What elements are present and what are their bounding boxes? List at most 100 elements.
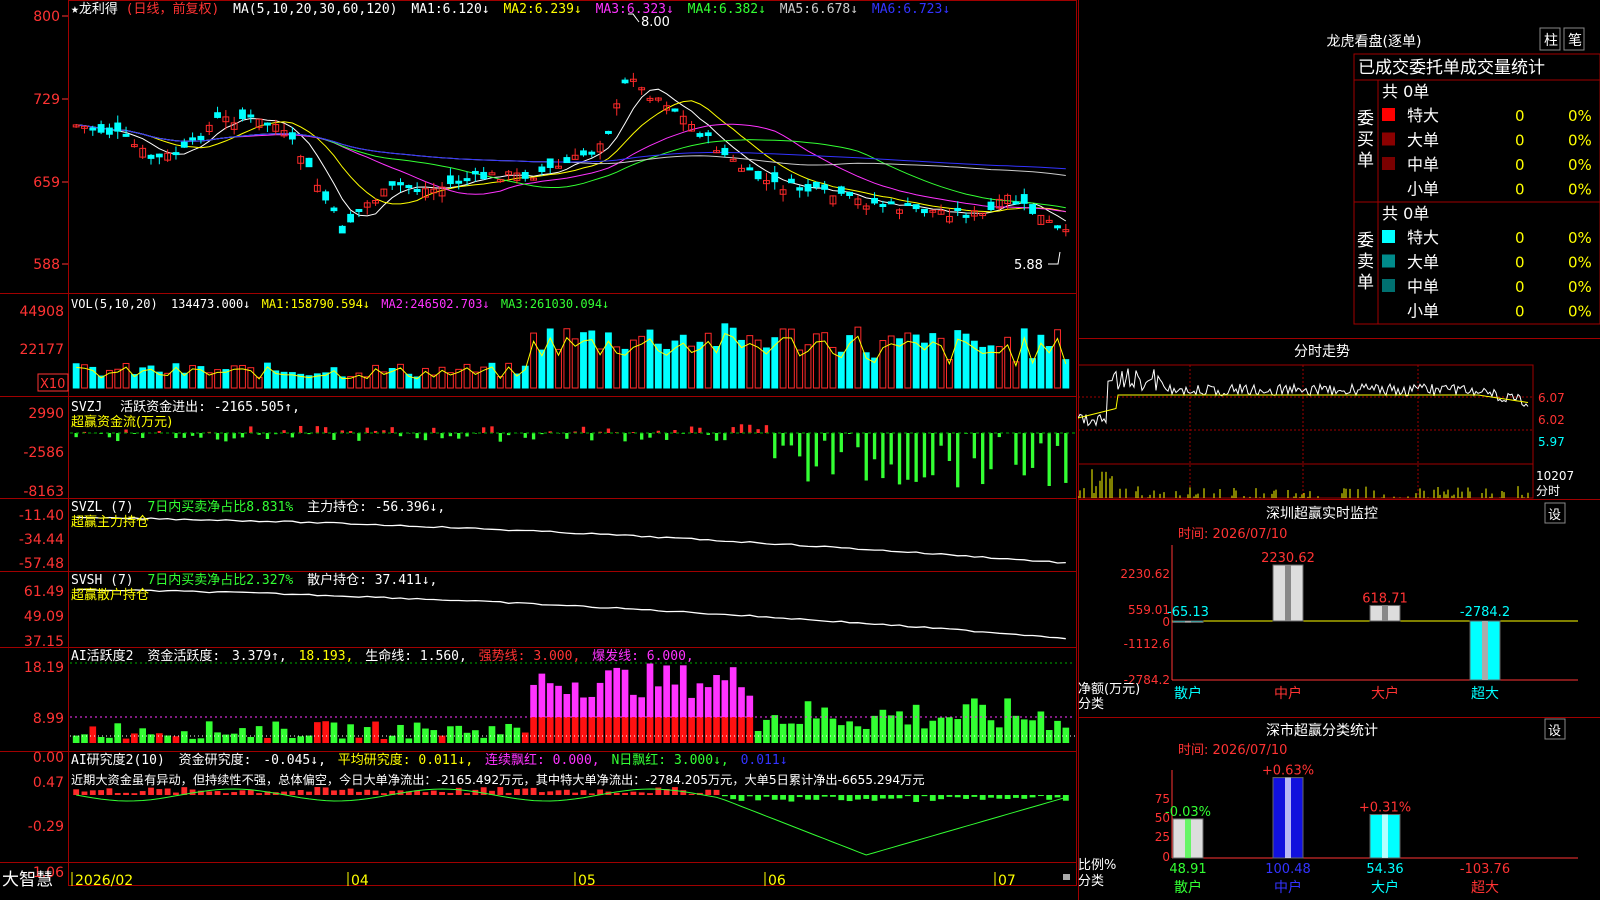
svzj-bar [498, 433, 502, 442]
active-bar [472, 730, 479, 743]
active-bar [122, 738, 130, 743]
sz-x-label: 分类 [1078, 697, 1104, 712]
active-bar [305, 735, 313, 743]
svzj-bar [931, 433, 935, 476]
candle-body [1054, 225, 1061, 229]
research-bar [563, 789, 570, 795]
order-count: 0 [1515, 229, 1525, 247]
ma-prefix: MA(5,10,20,30,60,120) [233, 2, 397, 17]
candle-body [388, 181, 396, 186]
svzj-bar [1022, 433, 1026, 476]
y-tick: 61.49 [24, 584, 64, 600]
candle-body [180, 141, 188, 148]
candle-body [463, 178, 471, 182]
dragon-title: 龙虎看盘(逐单) [1327, 33, 1422, 50]
active-bar [796, 723, 804, 743]
research-bar [139, 791, 146, 795]
active-bar [530, 717, 537, 743]
active-bar [338, 738, 346, 743]
research-bar [73, 789, 80, 795]
ai-research-title: AI研究度2(10) [71, 752, 165, 768]
active-bar [904, 724, 912, 743]
candle-body [954, 207, 962, 212]
svsh-value: 37.411↓, [375, 573, 438, 588]
research-bar [1013, 795, 1019, 798]
svsh-y-axis: 61.49 49.09 37.15 [24, 584, 64, 650]
volume-bars [72, 323, 1070, 389]
active-bar [97, 737, 105, 743]
candle-body [172, 152, 180, 156]
svzj-bar [215, 433, 220, 440]
research-bar [979, 795, 986, 800]
svzj-bar [1014, 433, 1018, 465]
research-bar [746, 795, 753, 797]
ma1-label: MA1: [411, 2, 442, 17]
svzj-title: SVZJ [71, 400, 102, 415]
y-tick: 22177 [19, 342, 64, 358]
ai-active-strong: 强势线: 3.000, [479, 648, 581, 664]
svzj-bar [74, 433, 78, 438]
active-bar [663, 717, 670, 743]
svzl-ratio: 7日内买卖净占比8.831% [147, 499, 293, 515]
svzj-value: -2165.505↑, [214, 400, 300, 415]
research-bar [730, 795, 737, 800]
active-bar [729, 717, 737, 743]
svzj-bar [906, 433, 910, 480]
active-bar [813, 718, 820, 743]
research-bar [813, 795, 820, 800]
ma4-value: 6.382↓ [719, 2, 766, 17]
active-bar [995, 727, 1003, 743]
sz-class-settings-label: 设 [1548, 724, 1561, 739]
svzj-bar [1055, 433, 1060, 446]
active-bar [546, 683, 554, 717]
candle-body [97, 124, 105, 133]
research-bar [89, 790, 96, 795]
class-value-label: 54.36 [1366, 862, 1403, 877]
svzj-bar [739, 424, 744, 433]
ai-research-red: 连续飘红: 0.000, [485, 752, 600, 768]
ma-lines [76, 88, 1067, 222]
research-bar [114, 793, 121, 795]
research-bar [530, 787, 537, 795]
intraday-vol-unit: 分时 [1536, 484, 1560, 498]
active-bar [347, 724, 354, 743]
order-pct: 0% [1568, 254, 1592, 272]
research-bar [879, 795, 886, 799]
svzj-bar [357, 433, 361, 441]
research-bar [638, 792, 645, 795]
vol-ma1-label: MA1: [262, 297, 291, 311]
svzj-bar [432, 427, 436, 433]
svzj-bars [74, 424, 1068, 488]
svsh-title: SVSH (7) [71, 573, 134, 588]
ma-line [76, 88, 1067, 222]
active-bar [172, 736, 180, 743]
svzj-bar [1047, 433, 1051, 486]
research-bar [356, 791, 362, 795]
active-bar [746, 695, 754, 717]
order-type: 小单 [1407, 180, 1439, 199]
svzj-bar [390, 427, 394, 433]
active-bar [131, 733, 138, 743]
svzj-bar [773, 433, 777, 459]
svzj-bar [798, 433, 802, 457]
order-pct: 0% [1568, 132, 1592, 150]
order-type: 特大 [1407, 228, 1439, 247]
candle-body [879, 204, 887, 208]
research-bar [514, 789, 520, 795]
candle-body [197, 135, 205, 141]
class-value-label: -103.76 [1460, 862, 1510, 877]
lock-icon[interactable] [1063, 874, 1070, 880]
buy-rows: 特大 0 0% 大单 0 0% 中单 0 0% 小单 0 0% [1382, 106, 1592, 199]
sz-monitor-time: 时间: 2026/07/10 [1178, 527, 1287, 542]
main-kline-chart[interactable]: 800 729 659 588 44908 22177 X10 2990 -25… [0, 0, 1078, 900]
research-bar [206, 791, 213, 795]
candle-body [247, 114, 255, 118]
stock-title: ★龙利得 [71, 1, 118, 17]
svzj-bar [440, 433, 444, 439]
research-bar [173, 792, 179, 795]
candle-body [455, 180, 463, 184]
active-bar [713, 717, 720, 743]
class-pct-label: +0.31% [1359, 801, 1411, 816]
monitor-category: 超大 [1471, 686, 1499, 702]
candlesticks[interactable] [72, 72, 1070, 237]
